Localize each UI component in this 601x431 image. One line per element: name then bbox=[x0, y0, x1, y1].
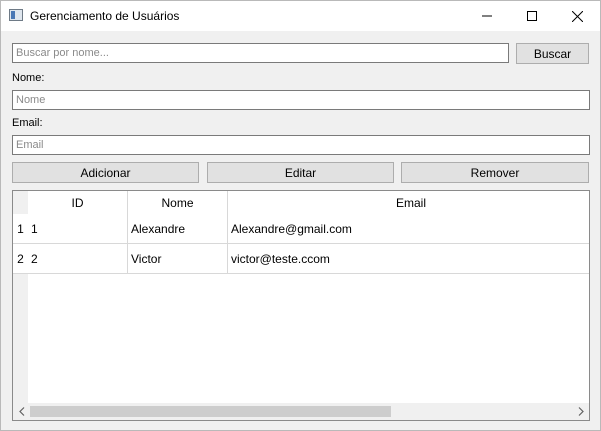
column-header-nome-label: Nome bbox=[161, 195, 194, 210]
name-label: Nome: bbox=[12, 72, 45, 84]
email-input[interactable] bbox=[12, 135, 590, 155]
cell-text: 2 bbox=[31, 251, 38, 266]
edit-button[interactable]: Editar bbox=[207, 162, 394, 183]
cell-text: Alexandre bbox=[131, 221, 186, 236]
email-label: Email: bbox=[12, 117, 43, 129]
scroll-right-button[interactable] bbox=[572, 403, 589, 420]
column-header-email[interactable]: Email bbox=[228, 191, 589, 214]
remove-button[interactable]: Remover bbox=[401, 162, 589, 183]
table-cell-nome[interactable]: Alexandre bbox=[128, 214, 228, 244]
column-header-nome[interactable]: Nome bbox=[128, 191, 228, 214]
maximize-button[interactable] bbox=[509, 1, 555, 31]
scrollbar-thumb[interactable] bbox=[30, 406, 391, 417]
table-cell-nome[interactable]: Victor bbox=[128, 244, 228, 274]
row-header-1[interactable]: 1 bbox=[13, 214, 28, 244]
name-input[interactable] bbox=[12, 90, 590, 110]
cell-text: 1 bbox=[31, 221, 38, 236]
search-button-label: Buscar bbox=[533, 46, 572, 61]
search-button[interactable]: Buscar bbox=[516, 43, 589, 64]
close-button[interactable] bbox=[554, 1, 600, 31]
row-number: 1 bbox=[17, 221, 24, 236]
title-bar[interactable]: Gerenciamento de Usuários bbox=[1, 1, 600, 31]
edit-button-label: Editar bbox=[284, 165, 317, 180]
column-header-id-label: ID bbox=[71, 195, 84, 210]
table-cell-id[interactable]: 1 bbox=[28, 214, 128, 244]
maximize-icon bbox=[527, 11, 537, 21]
cell-text: Alexandre@gmail.com bbox=[231, 221, 352, 236]
remove-button-label: Remover bbox=[470, 165, 520, 180]
minimize-icon bbox=[482, 15, 492, 17]
chevron-left-icon bbox=[18, 407, 24, 416]
horizontal-scrollbar[interactable] bbox=[13, 403, 589, 420]
row-header-2[interactable]: 2 bbox=[13, 244, 28, 274]
users-table[interactable]: ID Nome Email 1 1 Alexandre Alexandre@gm… bbox=[12, 190, 590, 421]
cell-text: victor@teste.ccom bbox=[231, 251, 330, 266]
row-number: 2 bbox=[17, 251, 24, 266]
main-window: Gerenciamento de Usuários Buscar Nome: E… bbox=[0, 0, 601, 431]
table-corner-button[interactable] bbox=[13, 191, 28, 214]
search-input[interactable] bbox=[12, 43, 509, 63]
column-header-email-label: Email bbox=[395, 195, 426, 210]
window-title: Gerenciamento de Usuários bbox=[30, 9, 180, 23]
table-cell-email[interactable]: victor@teste.ccom bbox=[228, 244, 589, 274]
close-icon bbox=[571, 10, 583, 22]
add-button-label: Adicionar bbox=[80, 165, 131, 180]
minimize-button[interactable] bbox=[464, 1, 510, 31]
chevron-right-icon bbox=[578, 407, 584, 416]
scroll-left-button[interactable] bbox=[13, 403, 30, 420]
cell-text: Victor bbox=[131, 251, 162, 266]
column-header-id[interactable]: ID bbox=[28, 191, 128, 214]
table-cell-email[interactable]: Alexandre@gmail.com bbox=[228, 214, 589, 244]
add-button[interactable]: Adicionar bbox=[12, 162, 199, 183]
app-window-icon bbox=[9, 9, 23, 21]
table-cell-id[interactable]: 2 bbox=[28, 244, 128, 274]
